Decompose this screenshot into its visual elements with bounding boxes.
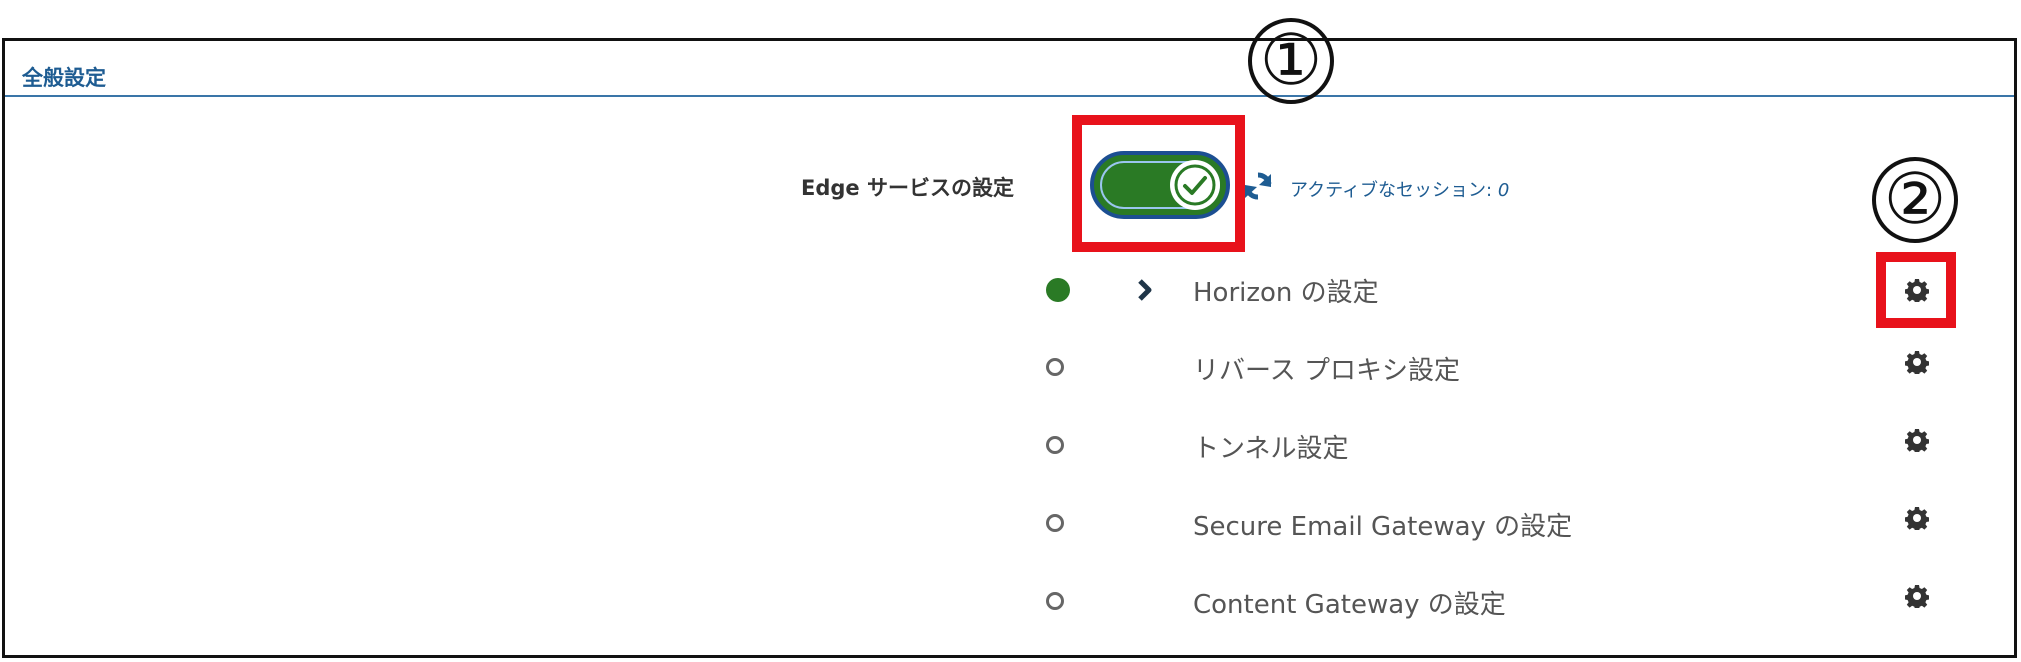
edge-services-label: Edge サービスの設定 (801, 176, 1014, 200)
settings-row-horizon: Horizon の設定 (0, 260, 2021, 320)
settings-row-label: Content Gateway の設定 (1193, 590, 1506, 620)
status-inactive-icon (1046, 592, 1064, 610)
active-sessions: アクティブなセッション: 0 (1290, 176, 1509, 202)
active-sessions-count: 0 (1497, 180, 1510, 201)
section-title: 全般設定 (22, 66, 106, 90)
gear-icon[interactable] (1905, 584, 1929, 608)
status-active-icon (1046, 278, 1070, 302)
status-inactive-icon (1046, 436, 1064, 454)
settings-row-label: Secure Email Gateway の設定 (1193, 512, 1573, 542)
annotation-marker-1: ① (1248, 18, 1334, 104)
status-inactive-icon (1046, 514, 1064, 532)
toggle-knob (1170, 160, 1220, 210)
refresh-icon[interactable] (1242, 170, 1274, 202)
status-inactive-icon (1046, 358, 1064, 376)
settings-row-content-gateway: Content Gateway の設定 (0, 572, 2021, 632)
edge-services-toggle[interactable] (1090, 151, 1230, 219)
gear-icon[interactable] (1905, 428, 1929, 452)
check-icon (1174, 164, 1216, 206)
settings-row-label: リバース プロキシ設定 (1193, 356, 1460, 386)
settings-row-secure-email-gateway: Secure Email Gateway の設定 (0, 494, 2021, 554)
section-divider (5, 95, 2014, 97)
active-sessions-label: アクティブなセッション: (1290, 180, 1493, 201)
settings-row-tunnel: トンネル設定 (0, 416, 2021, 476)
settings-row-label: Horizon の設定 (1193, 278, 1379, 308)
gear-icon[interactable] (1905, 350, 1929, 374)
chevron-right-icon[interactable] (1135, 278, 1155, 302)
settings-row-label: トンネル設定 (1193, 434, 1349, 464)
gear-icon[interactable] (1905, 506, 1929, 530)
settings-row-reverse-proxy: リバース プロキシ設定 (0, 338, 2021, 398)
annotation-marker-2: ② (1872, 157, 1958, 243)
gear-icon[interactable] (1905, 278, 1929, 302)
